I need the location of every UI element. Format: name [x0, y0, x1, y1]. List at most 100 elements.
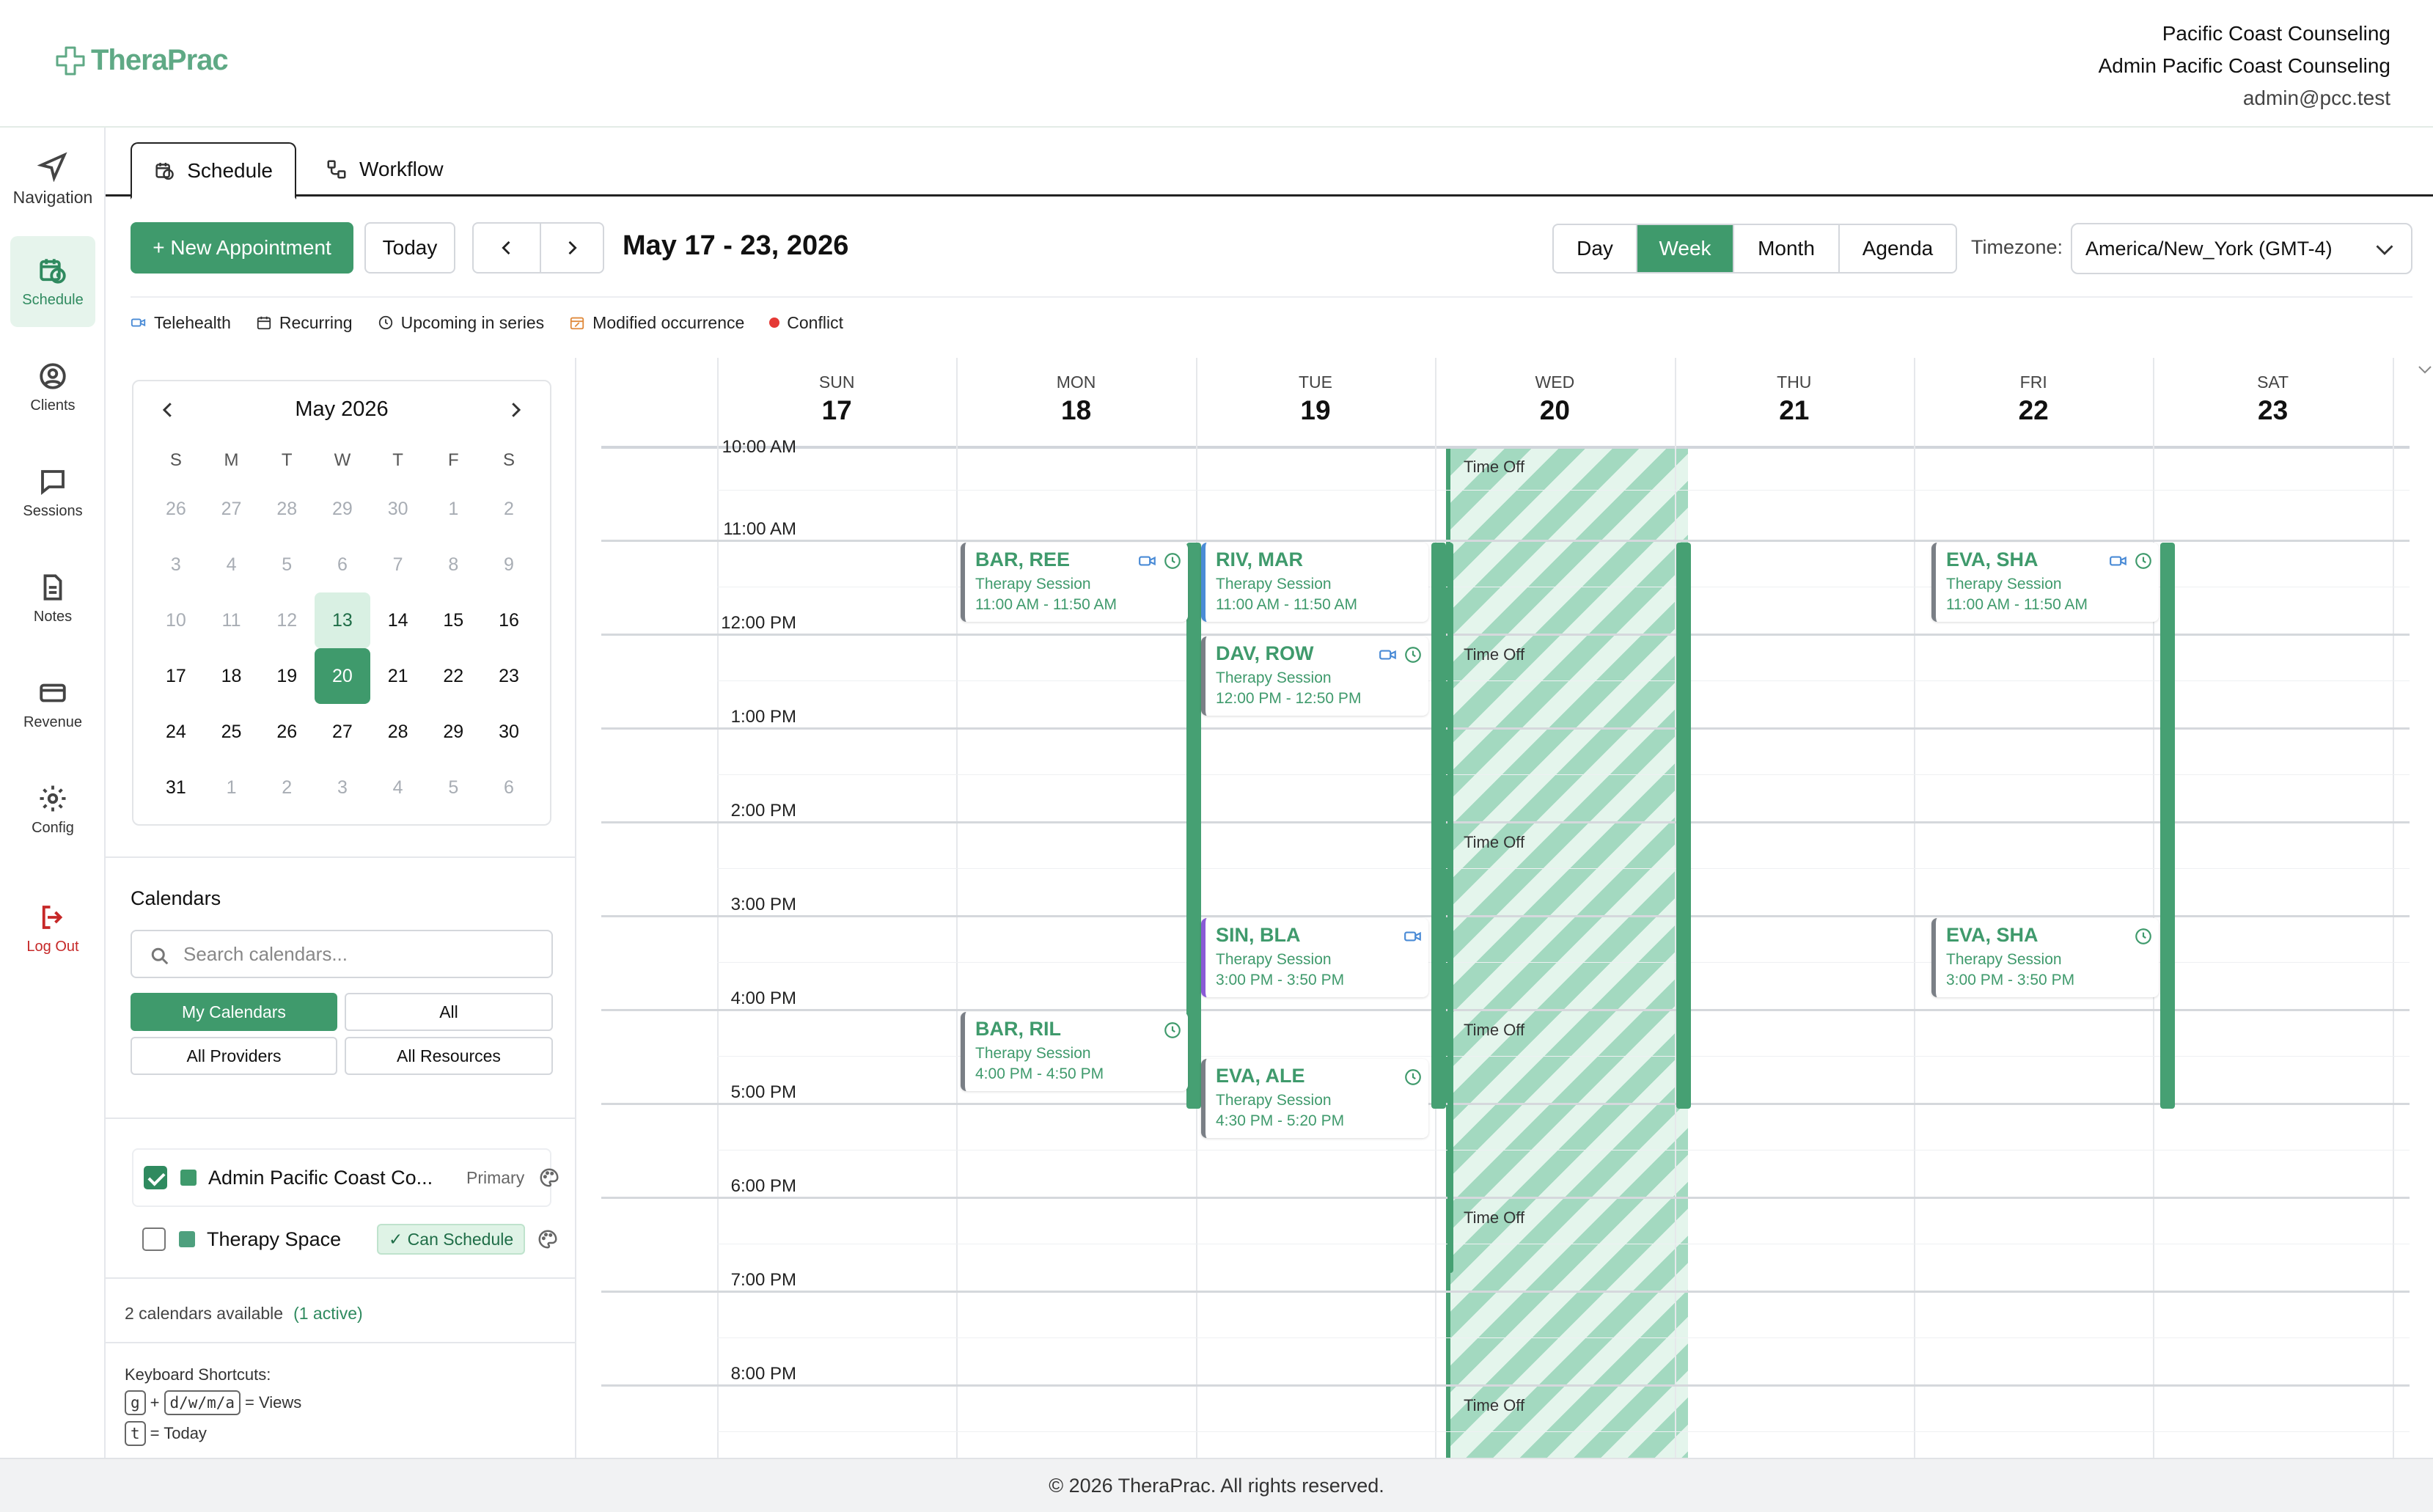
mini-cal-day[interactable]: 4	[370, 760, 426, 815]
view-day-button[interactable]: Day	[1554, 225, 1637, 272]
mini-cal-day[interactable]: 6	[481, 760, 537, 815]
mini-cal-day[interactable]: 26	[148, 481, 204, 537]
appointment-card[interactable]: SIN, BLA Therapy Session 3:00 PM - 3:50 PM	[1201, 918, 1428, 997]
new-appointment-button[interactable]: + New Appointment	[131, 222, 353, 274]
mini-cal-day[interactable]: 28	[259, 481, 315, 537]
legend-conflict: Conflict	[769, 313, 843, 333]
mini-cal-day[interactable]: 5	[425, 760, 481, 815]
day-header[interactable]: SAT 23	[2153, 358, 2392, 447]
day-header[interactable]: SUN 17	[717, 358, 956, 447]
mini-cal-next-button[interactable]	[504, 399, 526, 421]
next-week-button[interactable]	[540, 222, 604, 274]
mini-cal-day[interactable]: 17	[148, 648, 204, 704]
filter-all-providers-button[interactable]: All Providers	[131, 1037, 337, 1075]
appointment-card[interactable]: BAR, REE Therapy Session 11:00 AM - 11:50 …	[961, 543, 1188, 622]
view-agenda-button[interactable]: Agenda	[1840, 225, 1956, 272]
appointment-card[interactable]: DAV, ROW Therapy Session 12:00 PM - 12:50 …	[1201, 636, 1428, 716]
mini-cal-day[interactable]: 6	[315, 537, 370, 592]
mini-cal-week: 24 25 26 27 28 29 30	[148, 704, 537, 760]
session-time: 3:00 PM - 3:50 PM	[1946, 972, 2075, 988]
day-header[interactable]: TUE 19	[1196, 358, 1435, 447]
timezone-select[interactable]: America/New_York (GMT-4)	[2071, 223, 2412, 274]
mini-cal-day[interactable]: 3	[315, 760, 370, 815]
mini-cal-day[interactable]: 5	[259, 537, 315, 592]
nav-item-logout[interactable]: Log Out	[10, 883, 95, 974]
mini-cal-day[interactable]: 29	[315, 481, 370, 537]
day-header[interactable]: WED 20	[1435, 358, 1674, 447]
filter-all-button[interactable]: All	[345, 993, 553, 1031]
theraprac-logo[interactable]: TheraPrac	[54, 44, 229, 77]
mini-cal-day[interactable]: 27	[315, 704, 370, 760]
mini-cal-day[interactable]: 1	[204, 760, 260, 815]
mini-cal-day[interactable]: 14	[370, 592, 426, 648]
nav-item-notes[interactable]: Notes	[10, 553, 95, 644]
mini-cal-day[interactable]: 31	[148, 760, 204, 815]
mini-cal-day[interactable]: 8	[425, 537, 481, 592]
mini-cal-day[interactable]: 4	[204, 537, 260, 592]
calendar-checkbox[interactable]	[144, 1166, 167, 1189]
mini-cal-day[interactable]: 12	[259, 592, 315, 648]
mini-cal-day[interactable]: 22	[425, 648, 481, 704]
mini-cal-day[interactable]: 2	[259, 760, 315, 815]
mini-cal-day[interactable]: 29	[425, 704, 481, 760]
palette-icon[interactable]	[537, 1228, 559, 1250]
nav-item-sessions[interactable]: Sessions	[10, 447, 95, 538]
mini-cal-day[interactable]: 13	[315, 592, 370, 648]
main-tabs: Schedule Workflow	[106, 128, 2433, 199]
filter-my-calendars-button[interactable]: My Calendars	[131, 993, 337, 1031]
mini-cal-day[interactable]: 25	[204, 704, 260, 760]
hour-line	[601, 1009, 2410, 1011]
day-header[interactable]: THU 21	[1675, 358, 1914, 447]
tab-workflow[interactable]: Workflow	[304, 142, 466, 197]
nav-item-config[interactable]: Config	[10, 764, 95, 855]
appointment-card[interactable]: RIV, MAR Therapy Session 11:00 AM - 11:50 …	[1201, 543, 1428, 622]
mini-cal-day[interactable]: 21	[370, 648, 426, 704]
filter-all-resources-button[interactable]: All Resources	[345, 1037, 553, 1075]
mini-cal-day[interactable]: 2	[481, 481, 537, 537]
tab-schedule[interactable]: Schedule	[131, 142, 296, 199]
day-header[interactable]: MON 18	[956, 358, 1195, 447]
mini-cal-day[interactable]: 28	[370, 704, 426, 760]
mini-cal-day[interactable]: 15	[425, 592, 481, 648]
mini-cal-day[interactable]: 27	[204, 481, 260, 537]
prev-week-button[interactable]	[472, 222, 541, 274]
mini-cal-grid: S M T W T F S 26 27 28 29 30 1 2 3 4 5 6 7 8 9 10 11 12 13 14 15 16…	[148, 440, 537, 815]
appointment-card[interactable]: EVA, SHA Therapy Session 11:00 AM - 11:50 …	[1931, 543, 2159, 622]
keyboard-shortcuts: Keyboard Shortcuts: g + d/w/m/a = Views …	[125, 1365, 301, 1446]
mini-cal-day[interactable]: 1	[425, 481, 481, 537]
hour-line	[601, 634, 2410, 636]
availability-bar	[1186, 543, 1201, 1109]
legend-upcoming: Upcoming in series	[378, 313, 544, 333]
mini-cal-day[interactable]: 23	[481, 648, 537, 704]
day-header[interactable]: FRI 22	[1914, 358, 2153, 447]
calendar-search-input[interactable]: Search calendars...	[131, 930, 553, 978]
nav-item-schedule[interactable]: Schedule	[10, 236, 95, 327]
appointment-card[interactable]: EVA, ALE Therapy Session 4:30 PM - 5:20 PM	[1201, 1059, 1428, 1138]
nav-item-clients[interactable]: Clients	[10, 342, 95, 433]
nav-item-revenue[interactable]: Revenue	[10, 658, 95, 749]
view-week-button[interactable]: Week	[1637, 225, 1734, 272]
mini-cal-day[interactable]: 11	[204, 592, 260, 648]
calendar-color-swatch	[179, 1231, 195, 1247]
time-label: 6:00 PM	[730, 1176, 796, 1196]
mini-cal-day[interactable]: 16	[481, 592, 537, 648]
view-month-button[interactable]: Month	[1734, 225, 1840, 272]
appointment-card[interactable]: EVA, SHA Therapy Session 3:00 PM - 3:50 PM	[1931, 918, 2159, 997]
mini-cal-day[interactable]: 30	[370, 481, 426, 537]
calendar-checkbox[interactable]	[142, 1227, 166, 1251]
mini-cal-day[interactable]: 18	[204, 648, 260, 704]
scroll-chevron-icon[interactable]	[2417, 364, 2433, 375]
mini-cal-day[interactable]: 30	[481, 704, 537, 760]
appointment-card[interactable]: BAR, RIL Therapy Session 4:00 PM - 4:50 PM	[961, 1012, 1188, 1091]
mini-cal-day[interactable]: 9	[481, 537, 537, 592]
mini-cal-day[interactable]: 26	[259, 704, 315, 760]
mini-cal-day[interactable]: 3	[148, 537, 204, 592]
mini-cal-day[interactable]: 24	[148, 704, 204, 760]
mini-cal-day[interactable]: 7	[370, 537, 426, 592]
mini-cal-day[interactable]: 20	[315, 648, 370, 704]
mini-cal-day[interactable]: 19	[259, 648, 315, 704]
mini-cal-day[interactable]: 10	[148, 592, 204, 648]
today-button[interactable]: Today	[364, 222, 455, 274]
palette-icon[interactable]	[538, 1167, 560, 1189]
nav-item-navigation[interactable]: Navigation	[10, 133, 95, 224]
